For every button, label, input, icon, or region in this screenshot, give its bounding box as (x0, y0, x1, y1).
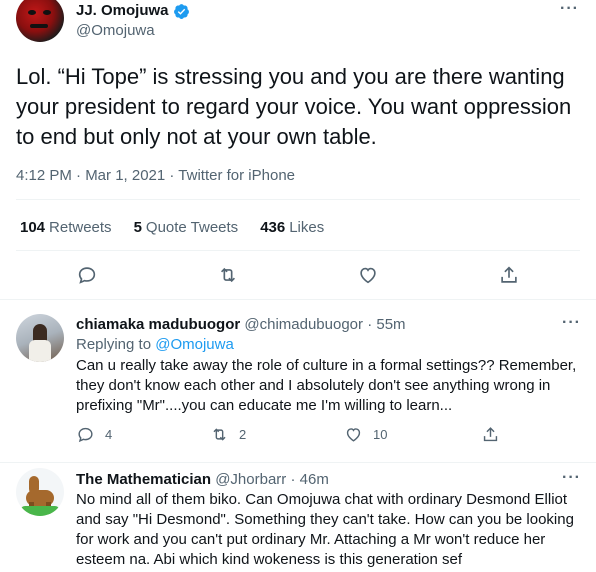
retweet-icon[interactable] (217, 264, 239, 286)
share-icon (483, 427, 498, 442)
reply-author-handle[interactable]: @Jhorbarr (215, 471, 286, 488)
reply-icon (78, 427, 93, 443)
tweet-timestamp[interactable]: 4:12 PM · Mar 1, 2021 · Twitter for iPho… (16, 167, 295, 185)
author-name-text[interactable]: JJ. Omojuwa (76, 2, 169, 20)
retweet-count: 2 (239, 427, 247, 442)
more-dots-icon[interactable]: ··· (562, 470, 581, 486)
retweet-button[interactable]: 2 (210, 425, 246, 444)
main-tweet: JJ. Omojuwa @Omojuwa ··· Lol. “Hi Tope” … (0, 0, 596, 300)
reply-text: No mind all of them biko. Can Omojuwa ch… (76, 491, 574, 568)
retweet-icon (213, 428, 226, 441)
author-display-name[interactable]: JJ. Omojuwa (76, 2, 190, 20)
reply-count: 4 (105, 427, 113, 442)
divider (16, 199, 580, 200)
retweets-count: 104 (20, 219, 46, 236)
likes-count: 436 (260, 219, 286, 236)
reply-text: Can u really take away the role of cultu… (76, 357, 577, 414)
heart-icon[interactable] (357, 264, 379, 286)
heart-icon (346, 428, 361, 442)
more-dots-icon[interactable]: ··· (560, 1, 579, 17)
reply-author-name[interactable]: chiamaka madubuogor (76, 316, 240, 333)
share-icon[interactable] (498, 264, 520, 286)
reply-time[interactable]: · 46m (290, 471, 328, 488)
quote-tweets-count: 5 (133, 219, 142, 236)
tweet-actions (0, 264, 596, 292)
share-button[interactable] (481, 425, 500, 444)
tweet-text: Lol. “Hi Tope” is stressing you and you … (16, 64, 572, 149)
more-dots-icon[interactable]: ··· (562, 315, 581, 331)
like-count: 10 (373, 427, 388, 442)
replying-to-label: Replying to (76, 336, 152, 353)
reply-author-name[interactable]: The Mathematician (76, 471, 211, 488)
verified-badge-icon (173, 3, 189, 19)
reply-header: chiamaka madubuogor @chimadubuogor · 55m (76, 316, 406, 334)
like-button[interactable]: 10 (344, 425, 387, 444)
reply-button[interactable]: 4 (76, 425, 112, 444)
replying-to-handle[interactable]: @Omojuwa (155, 336, 234, 353)
retweets-label: Retweets (49, 219, 112, 236)
reply-tweet[interactable]: chiamaka madubuogor @chimadubuogor · 55m… (0, 300, 596, 463)
reply-icon[interactable] (76, 264, 98, 286)
reply-author-handle[interactable]: @chimadubuogor (244, 316, 363, 333)
likes-stat[interactable]: 436 Likes (260, 219, 324, 237)
reply-time[interactable]: · 55m (367, 316, 405, 333)
reply-tweet[interactable]: The Mathematician @Jhorbarr · 46m ··· No… (0, 463, 596, 572)
reply-avatar[interactable] (16, 468, 64, 516)
author-handle[interactable]: @Omojuwa (76, 22, 155, 40)
likes-label: Likes (289, 219, 325, 236)
tweet-stats: 104 Retweets 5 Quote Tweets 436 Likes (20, 219, 324, 237)
quote-tweets-stat[interactable]: 5 Quote Tweets (134, 219, 239, 237)
quote-tweets-label: Quote Tweets (145, 219, 239, 236)
reply-actions: 4 2 10 (76, 425, 516, 447)
author-avatar[interactable] (16, 0, 64, 42)
retweets-stat[interactable]: 104 Retweets (20, 219, 112, 237)
replying-to: Replying to @Omojuwa (76, 336, 234, 354)
reply-header: The Mathematician @Jhorbarr · 46m (76, 471, 329, 489)
reply-avatar[interactable] (16, 314, 64, 362)
divider (16, 250, 580, 251)
